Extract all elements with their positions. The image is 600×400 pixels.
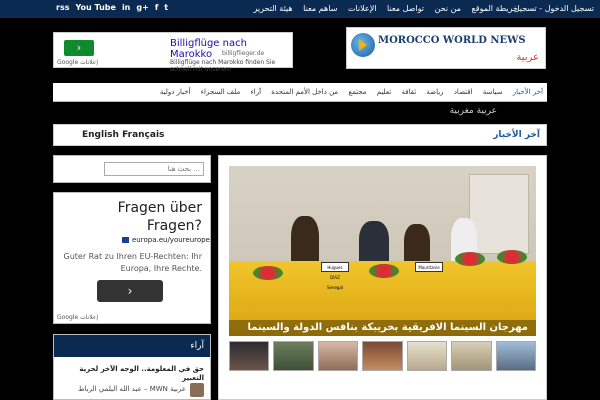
language-switch[interactable]: English Français	[82, 130, 164, 140]
sidebar-ad[interactable]: Fragen über Fragen? europa.eu/youreurope…	[53, 192, 211, 324]
nav-item-opinions[interactable]: آراء	[250, 83, 261, 102]
top-link-about[interactable]: من نحن	[435, 4, 461, 13]
globe-play-icon	[351, 33, 375, 57]
nav-item-international[interactable]: أخبار دولية	[160, 83, 191, 102]
rss-icon[interactable]: rss	[56, 3, 69, 12]
photo-person	[359, 221, 389, 266]
search-input[interactable]	[104, 162, 204, 176]
main-nav: آخر الأخبار سياسة اقتصاد رياضة ثقافة تعل…	[53, 83, 547, 102]
nav-item-culture[interactable]: ثقافة	[401, 83, 416, 102]
photo-banner	[469, 174, 529, 254]
ad-url: billigflieger.de	[222, 50, 265, 57]
sidebar-ad-source: europa.eu/youreurope	[122, 236, 210, 244]
nameplate: Hugues DIAZ Senegal	[321, 262, 349, 290]
section-header: English Français آخر الأخبار	[53, 124, 547, 146]
nav-item-education[interactable]: تعليم	[377, 83, 391, 102]
slider-thumb[interactable]	[451, 341, 492, 371]
nav-item-economy[interactable]: اقتصاد	[454, 83, 473, 102]
ticker-strip: عربية مغربية	[53, 105, 547, 119]
login-register-link[interactable]: تسجيل الدخول - تسجيل	[514, 4, 594, 13]
author-avatar	[190, 383, 204, 397]
logo-title: MOROCCO WORLD NEWS	[378, 35, 526, 46]
google-plus-icon[interactable]: g+	[136, 3, 148, 12]
nav-item-un[interactable]: من داخل الأمم المتحدة	[271, 83, 338, 102]
sidebar-ad-button[interactable]: ›	[97, 280, 163, 302]
nameplate: Mauritanie	[415, 262, 443, 272]
top-link-ads[interactable]: الإعلانات	[348, 4, 377, 13]
photo-person	[404, 224, 430, 266]
linkedin-icon[interactable]: in	[122, 3, 130, 12]
nav-item-politics[interactable]: سياسة	[483, 83, 503, 102]
sidebar-ad-headline[interactable]: Fragen über Fragen?	[82, 199, 202, 235]
site-header: › Google إعلانات Billigflüge nach Marokk…	[0, 18, 600, 80]
facebook-icon[interactable]: f	[155, 3, 158, 12]
opinion-excerpt: عبد الله البلمي الرباط – MWN عربية	[78, 385, 186, 393]
site-logo[interactable]: MOROCCO WORLD NEWS عربية	[346, 27, 546, 69]
social-icons: rss You Tube in g+ f t	[56, 3, 168, 12]
opinions-heading: آراء	[54, 335, 210, 357]
youtube-icon[interactable]: You Tube	[75, 3, 115, 12]
slider-thumb[interactable]	[317, 341, 359, 371]
sidebar-ad-label: Google إعلانات	[57, 314, 99, 321]
opinions-widget: آراء حق في المعلومة.. الوجه الآخر لحرية …	[53, 334, 211, 400]
slider-thumbnails	[229, 341, 536, 373]
logo-subtitle: عربية	[516, 52, 539, 63]
nav-item-society[interactable]: مجتمع	[348, 83, 366, 102]
photo-flowers	[253, 266, 283, 280]
search-widget	[53, 155, 211, 183]
slider-thumb[interactable]	[229, 341, 270, 371]
ad-label: Google إعلانات	[57, 59, 99, 66]
slider-thumb[interactable]	[362, 341, 403, 371]
slider-thumb[interactable]	[495, 341, 536, 371]
top-link-sitemap[interactable]: خريطة الموقع	[472, 4, 518, 13]
top-bar: تسجيل الدخول - تسجيل خريطة الموقع من نحن…	[0, 0, 600, 18]
ad-description: Billigflüge nach Marokko finden Sie schn…	[170, 59, 276, 73]
nav-item-detainees[interactable]: ملف السجراء	[201, 83, 240, 102]
top-link-contribute[interactable]: ساهم معنا	[303, 4, 337, 13]
photo-flowers	[497, 250, 527, 264]
top-links: خريطة الموقع من نحن تواصل معنا الإعلانات…	[245, 4, 518, 13]
slider-thumb[interactable]	[273, 341, 314, 371]
top-link-contact[interactable]: تواصل معنا	[387, 4, 424, 13]
twitter-icon[interactable]: t	[164, 3, 168, 12]
top-link-editorial[interactable]: هيئة التحرير	[253, 4, 292, 13]
photo-flowers	[369, 264, 399, 278]
slider-photo[interactable]: Hugues DIAZ Senegal Mauritanie مهرجان ال…	[229, 166, 536, 336]
ticker-text: عربية مغربية	[449, 106, 497, 116]
sidebar-ad-body: Guter Rat zu Ihren EU-Rechten: Ihr Europ…	[63, 252, 203, 273]
slider-caption[interactable]: مهرجان السينما الافريقية بخريبكة بنافس ا…	[229, 320, 536, 336]
news-slider: Hugues DIAZ Senegal Mauritanie مهرجان ال…	[218, 155, 547, 400]
header-ad[interactable]: › Google إعلانات Billigflüge nach Marokk…	[53, 32, 293, 73]
photo-flowers	[455, 252, 485, 266]
ad-arrow-icon[interactable]: ›	[64, 40, 94, 56]
photo-person	[291, 216, 319, 266]
opinion-title[interactable]: حق في المعلومة.. الوجه الآخر لحرية التعب…	[58, 365, 204, 383]
nav-item-sports[interactable]: رياضة	[426, 83, 443, 102]
section-title: آخر الأخبار	[493, 130, 540, 140]
slider-thumb[interactable]	[406, 341, 448, 371]
nav-item-latest[interactable]: آخر الأخبار	[513, 83, 543, 102]
